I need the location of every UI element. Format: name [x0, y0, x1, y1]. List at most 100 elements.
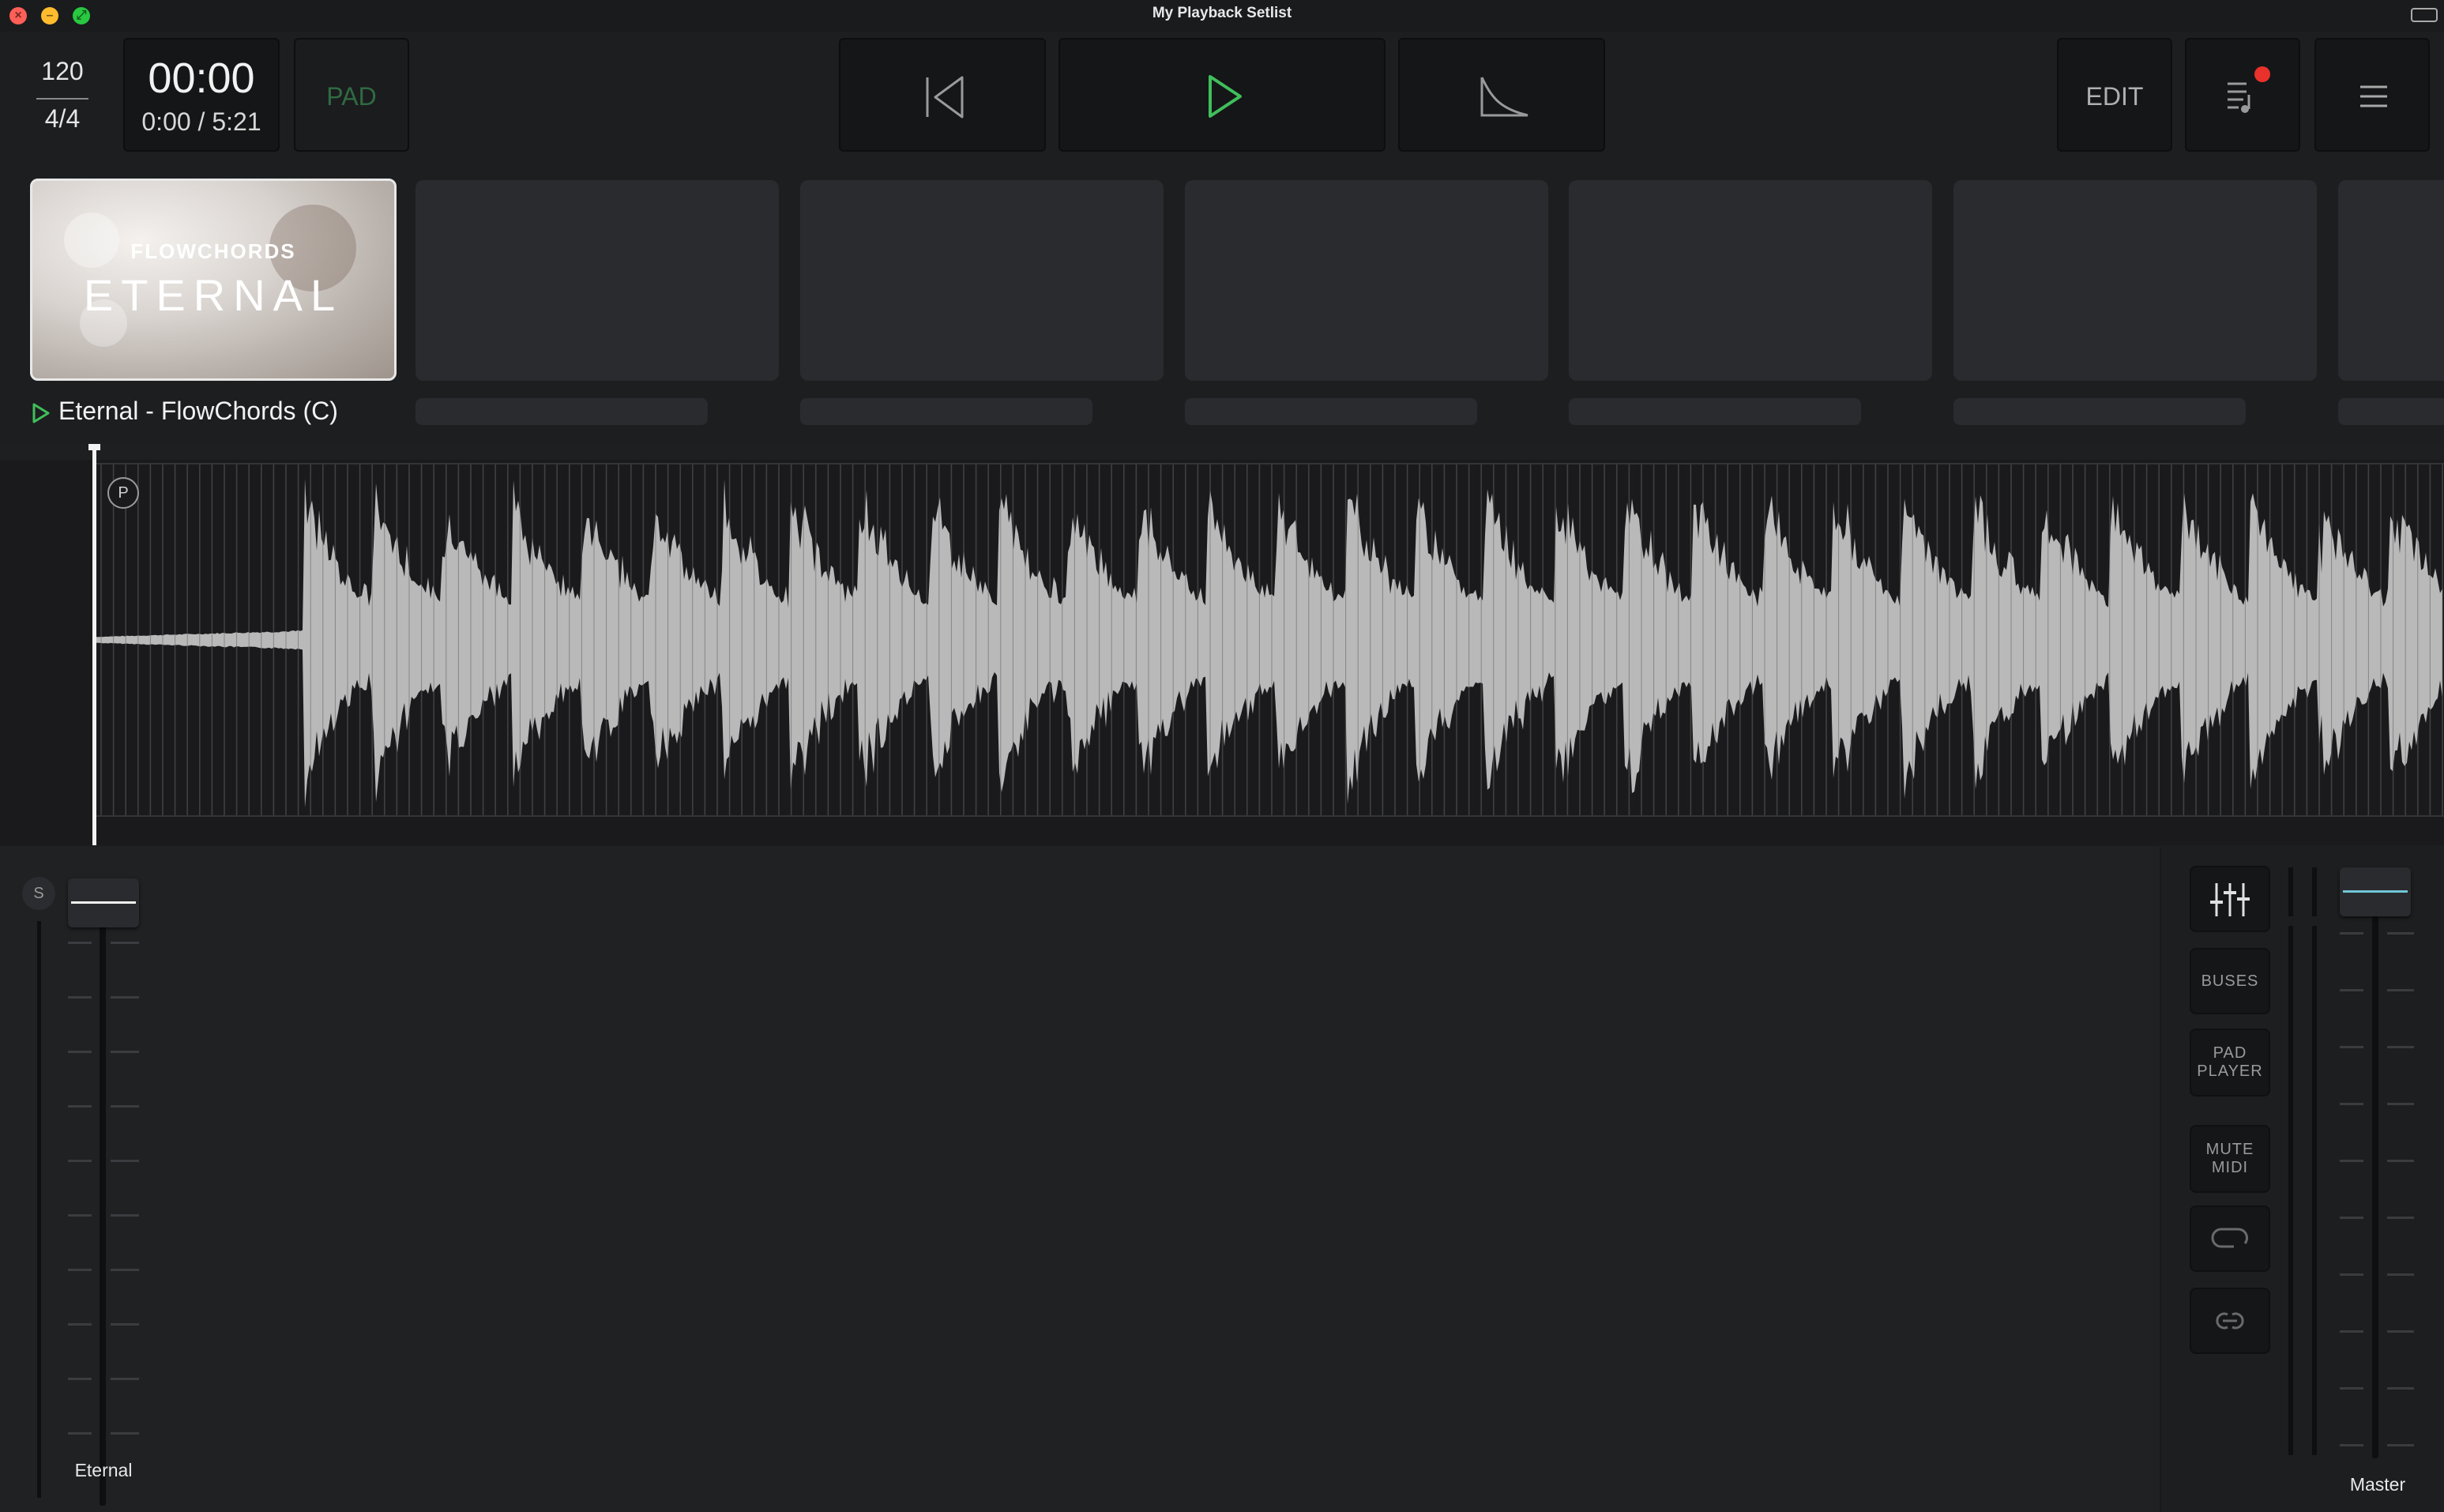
song-card-empty[interactable]: [1953, 180, 2317, 381]
master-meter-right-clip: [2312, 867, 2317, 916]
channel-fader-track[interactable]: [100, 921, 106, 1506]
mute-midi-label-line2: MIDI: [2211, 1159, 2249, 1176]
master-scale-tick: [2387, 1273, 2414, 1276]
artwork-brand: FLOWCHORDS: [130, 239, 296, 263]
master-scale-tick: [2340, 1273, 2363, 1276]
music-list-icon: [2228, 82, 2250, 113]
title-bar: × – ⤢ My Playback Setlist: [0, 0, 2444, 32]
song-card-active[interactable]: FLOWCHORDS ETERNAL: [30, 179, 397, 381]
fader-scale-tick: [68, 1160, 92, 1162]
clock-display: 00:00 0:00 / 5:21: [123, 38, 280, 152]
song-card-empty[interactable]: [2338, 180, 2444, 381]
buses-button[interactable]: BUSES: [2190, 948, 2270, 1014]
fader-scale-tick: [68, 996, 92, 999]
mute-midi-label-line1: MUTE: [2205, 1141, 2254, 1158]
fade-out-button[interactable]: [1398, 38, 1605, 152]
song-label-placeholder: [800, 398, 1092, 425]
playhead-handle[interactable]: [88, 444, 100, 450]
song-card-empty[interactable]: [1185, 180, 1548, 381]
master-scale-tick: [2340, 1330, 2363, 1333]
active-song-title: Eternal - FlowChords (C): [58, 397, 338, 425]
time-signature-value: 4/4: [44, 104, 81, 133]
master-label: Master: [2349, 1474, 2406, 1495]
clock-time: 00:00: [148, 55, 255, 102]
master-meter-right: [2312, 926, 2317, 1455]
fade-out-icon: [1480, 77, 1528, 117]
fader-scale-tick: [111, 1105, 139, 1108]
sliders-icon: [2210, 883, 2250, 916]
song-card-empty[interactable]: [800, 180, 1164, 381]
song-card-empty[interactable]: [415, 180, 779, 381]
master-scale-tick: [2387, 1103, 2414, 1105]
fader-scale-tick: [68, 1051, 92, 1053]
edit-button-label: EDIT: [2085, 82, 2144, 111]
playhead[interactable]: [92, 444, 96, 845]
menu-button[interactable]: [2314, 38, 2430, 152]
master-meter-left: [2288, 926, 2293, 1455]
loop-button[interactable]: [2190, 1205, 2270, 1272]
mixer-settings-button[interactable]: [2190, 866, 2270, 932]
master-scale-tick: [2387, 1330, 2414, 1333]
master-fader-knob-line: [2343, 890, 2408, 893]
master-fader-knob[interactable]: [2340, 867, 2411, 916]
song-label-placeholder: [1953, 398, 2246, 425]
master-scale-tick: [2387, 1387, 2414, 1390]
window-resize-icon[interactable]: [2411, 8, 2438, 22]
pad-player-button[interactable]: PAD PLAYER: [2190, 1029, 2270, 1096]
master-scale-tick: [2387, 932, 2414, 935]
master-scale-tick: [2340, 1103, 2363, 1105]
pad-player-label-line1: PAD: [2213, 1044, 2247, 1062]
fader-scale-tick: [111, 1269, 139, 1271]
master-scale-tick: [2340, 1046, 2363, 1048]
song-label-placeholder: [415, 398, 708, 425]
song-card-empty[interactable]: [1569, 180, 1932, 381]
song-label-placeholder: [1185, 398, 1477, 425]
tempo-display[interactable]: 120 4/4: [24, 57, 101, 144]
master-scale-tick: [2387, 1160, 2414, 1162]
pad-button[interactable]: PAD: [294, 38, 409, 152]
waveform-timeline[interactable]: P: [0, 444, 2444, 845]
artwork-title: ETERNAL: [83, 270, 344, 320]
notification-badge: [2254, 66, 2270, 82]
channel-fader-knob[interactable]: [68, 878, 139, 927]
mixer-panel: S Eternal: [0, 847, 2444, 1512]
song-label-placeholder: [2338, 398, 2444, 425]
playing-indicator-icon: [32, 403, 50, 423]
audio-waveform[interactable]: [96, 465, 2444, 815]
master-scale-tick: [2387, 1217, 2414, 1219]
pad-player-label-line2: PLAYER: [2197, 1063, 2263, 1080]
master-scale-tick: [2340, 932, 2363, 935]
play-button[interactable]: [1058, 38, 1386, 152]
master-meter-left-clip: [2288, 867, 2293, 916]
solo-button[interactable]: S: [22, 877, 55, 910]
master-scale-tick: [2387, 1444, 2414, 1446]
fader-scale-tick: [68, 1214, 92, 1217]
skip-back-icon: [926, 76, 964, 118]
channel-level-meter: [37, 921, 41, 1498]
mute-midi-button[interactable]: MUTE MIDI: [2190, 1125, 2270, 1193]
waveform-shape: [96, 479, 2442, 808]
fader-scale-tick: [111, 1323, 139, 1326]
timeline-ruler[interactable]: [0, 444, 2444, 460]
fader-scale-tick: [68, 942, 92, 944]
tempo-value: 120: [41, 57, 84, 85]
fader-scale-tick: [68, 1105, 92, 1108]
loop-icon: [2211, 1228, 2249, 1248]
channel-name: Eternal: [74, 1460, 133, 1480]
master-scale-tick: [2340, 1160, 2363, 1162]
master-fader-track[interactable]: [2372, 916, 2378, 1458]
link-button[interactable]: [2190, 1288, 2270, 1354]
fader-scale-tick: [111, 1051, 139, 1053]
fader-scale-tick: [68, 1432, 92, 1435]
fader-scale-tick: [111, 996, 139, 999]
song-position: 0:00 / 5:21: [141, 107, 261, 136]
master-scale-tick: [2387, 1046, 2414, 1048]
fader-knob-line: [71, 901, 136, 904]
active-song-label[interactable]: Eternal - FlowChords (C): [30, 397, 409, 428]
fader-scale-tick: [68, 1323, 92, 1326]
previous-song-button[interactable]: [839, 38, 1046, 152]
setlist-button[interactable]: [2185, 38, 2300, 152]
marker-badge[interactable]: P: [107, 477, 139, 509]
edit-button[interactable]: EDIT: [2057, 38, 2172, 152]
play-icon: [1209, 75, 1242, 118]
